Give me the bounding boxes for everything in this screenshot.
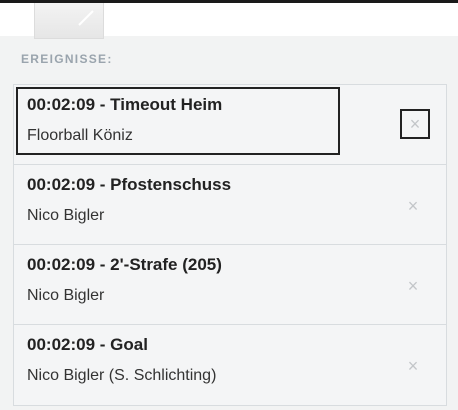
edit-icon (78, 10, 94, 26)
section-heading: EREIGNISSE: (21, 52, 113, 66)
close-icon[interactable]: × (400, 353, 426, 379)
event-title: 00:02:09 - Timeout Heim (27, 95, 223, 114)
close-icon[interactable]: × (400, 273, 426, 299)
close-icon[interactable]: × (400, 109, 430, 139)
event-item[interactable]: 00:02:09 - Timeout Heim Floorball Köniz … (14, 85, 446, 165)
event-title: 00:02:09 - Goal (27, 335, 148, 354)
edit-button[interactable] (34, 3, 104, 39)
event-item[interactable]: 00:02:09 - Goal Nico Bigler (S. Schlicht… (14, 325, 446, 405)
event-title: 00:02:09 - 2'-Strafe (205) (27, 255, 222, 274)
event-subtitle: Nico Bigler (S. Schlichting) (27, 367, 217, 384)
event-item[interactable]: 00:02:09 - 2'-Strafe (205) Nico Bigler × (14, 245, 446, 325)
close-icon[interactable]: × (400, 193, 426, 219)
event-subtitle: Floorball Köniz (27, 127, 133, 144)
event-item[interactable]: 00:02:09 - Pfostenschuss Nico Bigler × (14, 165, 446, 245)
event-subtitle: Nico Bigler (27, 287, 105, 304)
event-title: 00:02:09 - Pfostenschuss (27, 175, 232, 194)
event-subtitle: Nico Bigler (27, 207, 105, 224)
events-list: 00:02:09 - Timeout Heim Floorball Köniz … (13, 84, 447, 406)
